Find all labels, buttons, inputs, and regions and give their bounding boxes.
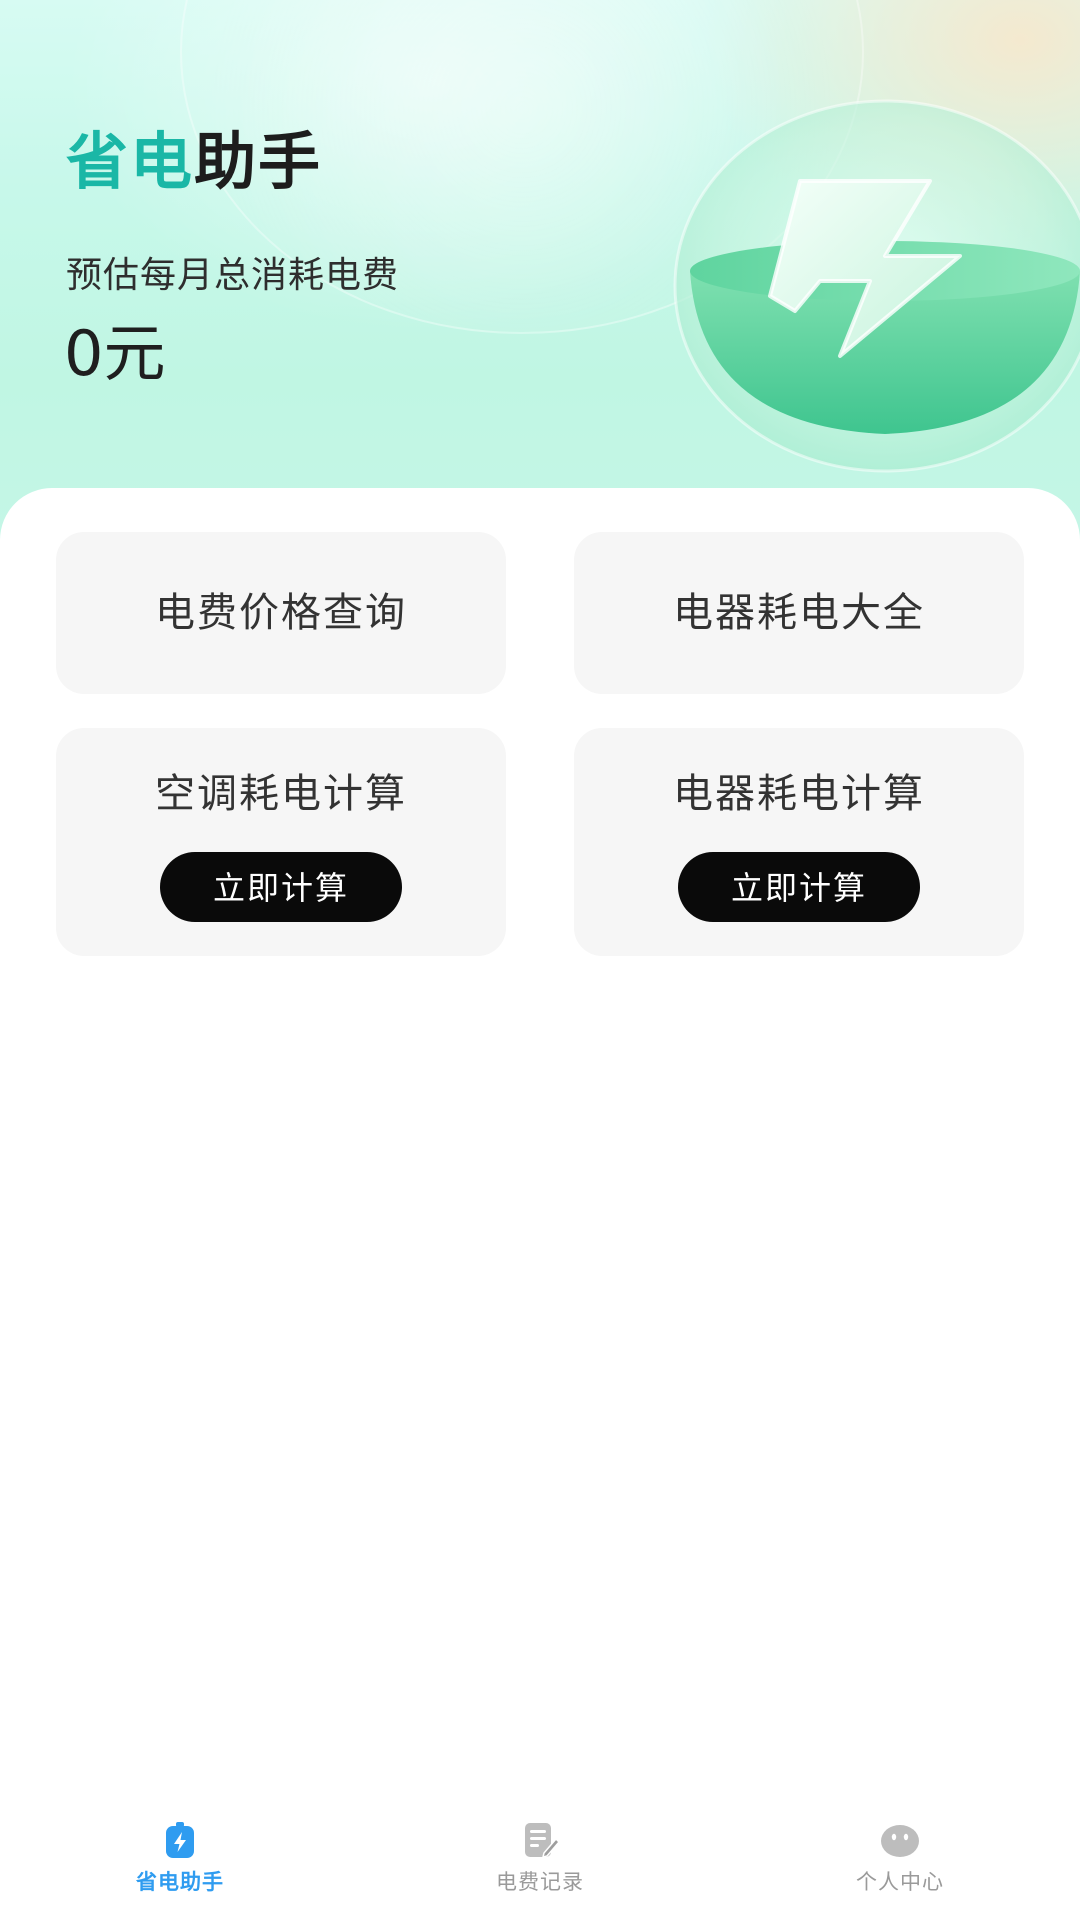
battery-bolt-icon <box>166 1822 194 1858</box>
lightning-bowl-icon <box>673 99 1080 473</box>
app-title: 省电助手 <box>66 122 322 202</box>
feature-panel: 电费价格查询 电器耗电大全 空调耗电计算 立即计算 电器耗电计算 立即计算 <box>0 488 1080 1728</box>
tile-ac-consumption-calc: 空调耗电计算 立即计算 <box>56 728 506 956</box>
tab-label: 个人中心 <box>856 1870 944 1894</box>
tab-profile[interactable]: 个人中心 <box>800 1820 1000 1896</box>
tab-label: 省电助手 <box>136 1870 224 1894</box>
tile-title: 电器耗电计算 <box>673 771 925 817</box>
tab-label: 电费记录 <box>496 1870 584 1894</box>
tile-title: 空调耗电计算 <box>155 771 407 817</box>
tile-electricity-price-query[interactable]: 电费价格查询 <box>56 532 506 694</box>
hero-header: 省电助手 预估每月总消耗电费 0元 <box>0 0 1080 540</box>
tab-power-assistant[interactable]: 省电助手 <box>80 1820 280 1896</box>
calculate-now-button[interactable]: 立即计算 <box>160 852 402 922</box>
estimate-label: 预估每月总消耗电费 <box>66 255 400 296</box>
tile-appliance-consumption-calc: 电器耗电计算 立即计算 <box>574 728 1024 956</box>
estimate-value: 0元 <box>64 317 166 390</box>
bottom-tabbar: 省电助手 电费记录 个人中心 <box>0 1800 1080 1920</box>
calculate-now-button[interactable]: 立即计算 <box>678 852 920 922</box>
app-title-rest: 助手 <box>194 125 323 198</box>
note-edit-icon <box>525 1823 560 1859</box>
app-title-accent: 省电 <box>66 125 195 198</box>
tile-title: 电器耗电大全 <box>673 590 925 636</box>
face-icon <box>881 1825 919 1857</box>
tab-bill-records[interactable]: 电费记录 <box>440 1820 640 1896</box>
tile-appliance-consumption-guide[interactable]: 电器耗电大全 <box>574 532 1024 694</box>
tile-title: 电费价格查询 <box>155 590 407 636</box>
